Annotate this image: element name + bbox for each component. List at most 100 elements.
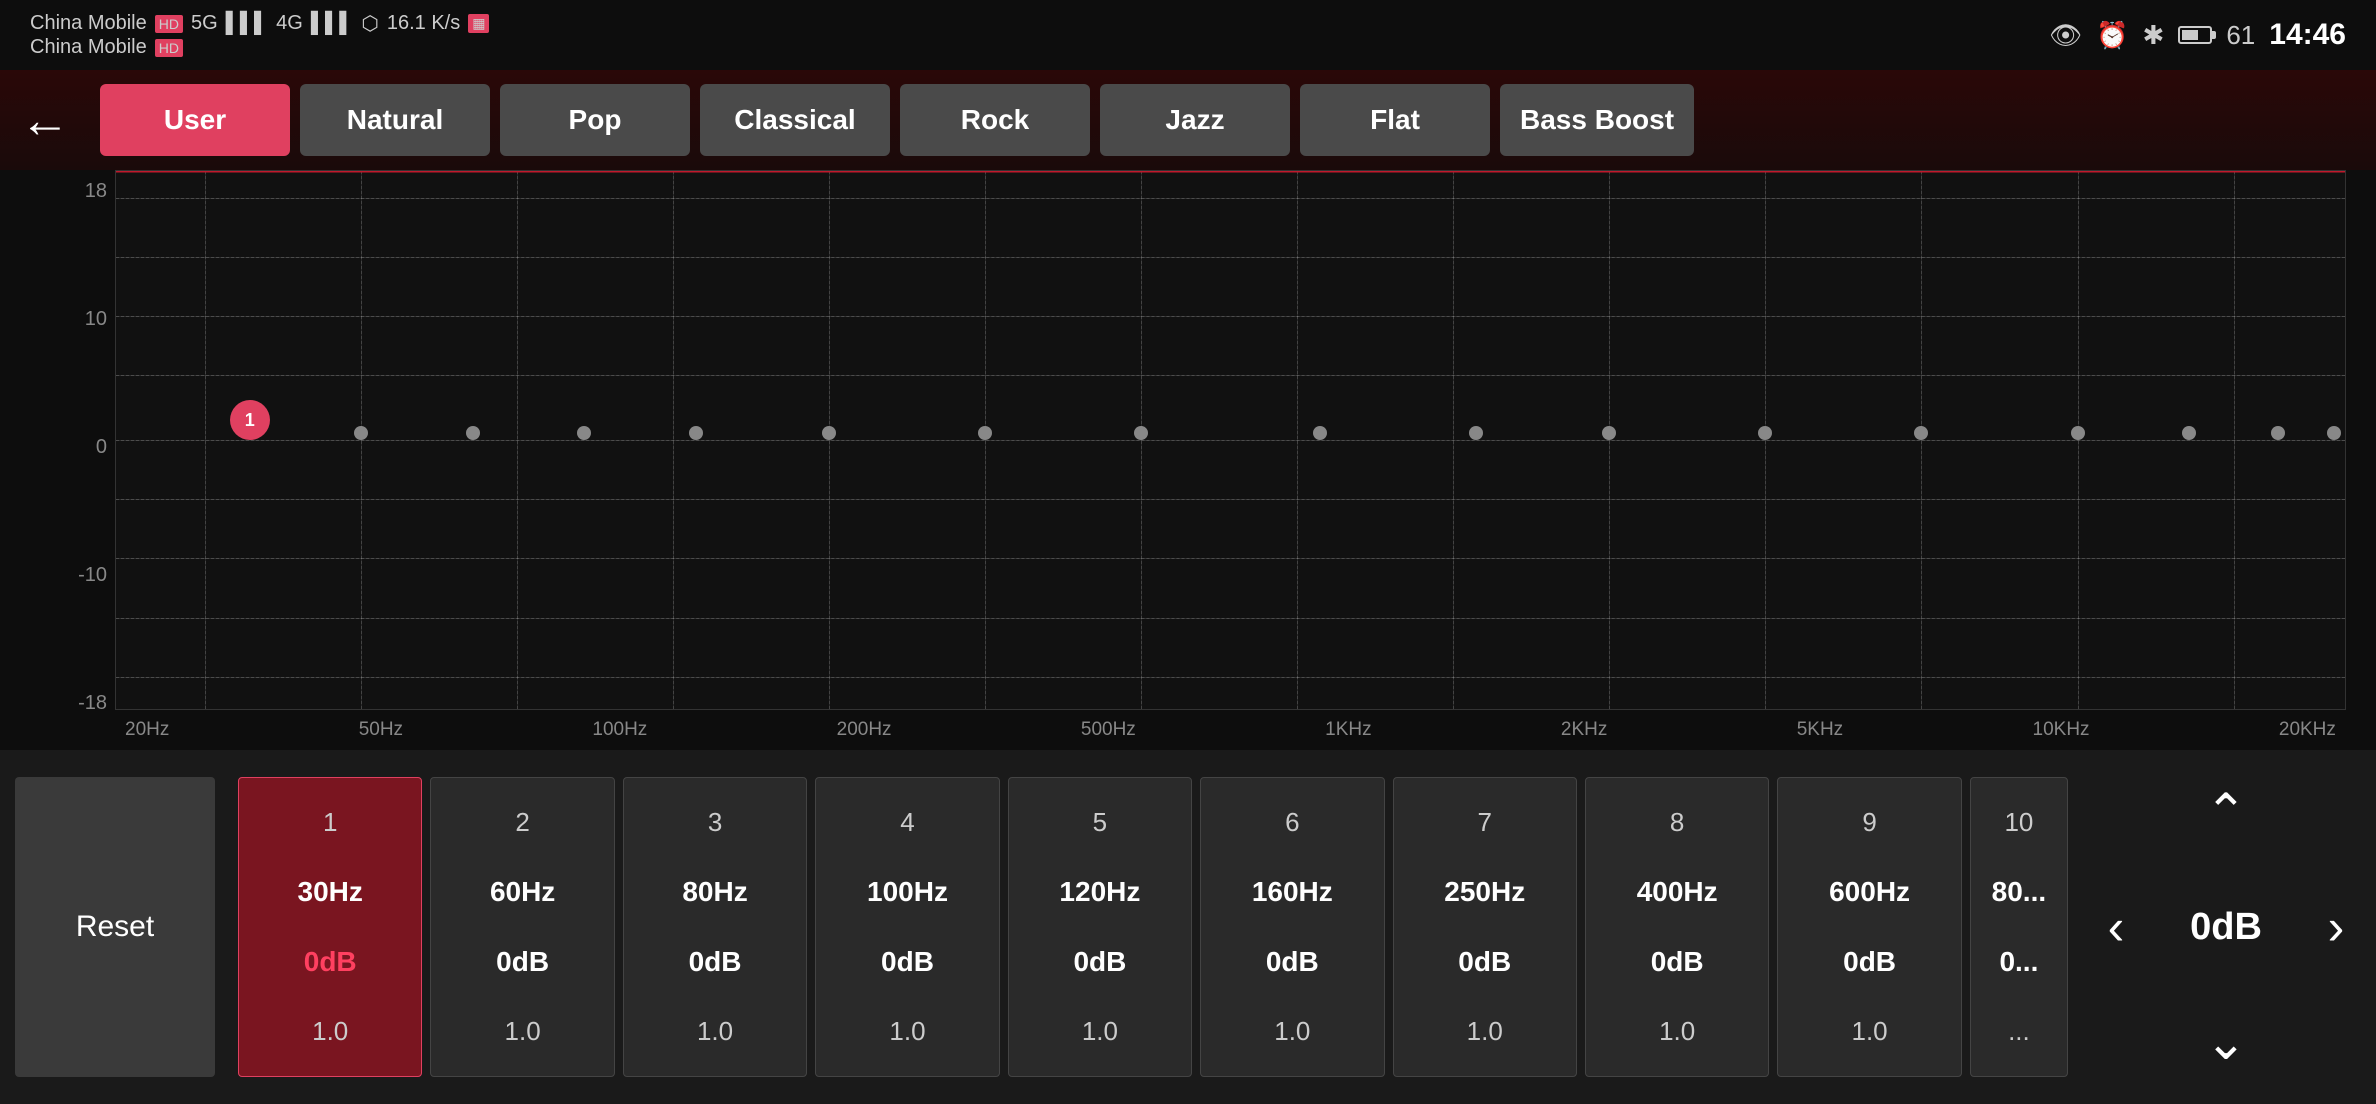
- signal-bars: ▌▌▌: [226, 12, 269, 35]
- eq-dot-2[interactable]: [354, 426, 368, 440]
- preset-jazz[interactable]: Jazz: [1100, 84, 1290, 156]
- band-2-freq: 60Hz: [490, 876, 555, 908]
- band-4-q: 1.0: [889, 1016, 925, 1047]
- band-cell-3[interactable]: 3 80Hz 0dB 1.0: [623, 777, 807, 1077]
- status-bar: China Mobile HD 5G ▌▌▌ 4G ▌▌▌ ⬡ 16.1 K/s…: [0, 0, 2376, 70]
- band-6-q: 1.0: [1274, 1016, 1310, 1047]
- bottom-controls: Reset 1 30Hz 0dB 1.0 2 60Hz 0dB 1.0 3 80…: [0, 750, 2376, 1104]
- chart-inner[interactable]: 1: [115, 170, 2346, 710]
- y-label-n10: -10: [78, 564, 107, 587]
- preset-pop[interactable]: Pop: [500, 84, 690, 156]
- eq-line-svg: [116, 170, 2345, 440]
- back-button[interactable]: ←: [20, 91, 70, 149]
- band-1-num: 1: [323, 807, 337, 838]
- band-6-db: 0dB: [1266, 946, 1319, 978]
- eq-dot-11[interactable]: [1602, 426, 1616, 440]
- band-8-num: 8: [1670, 807, 1684, 838]
- band-1-db: 0dB: [304, 946, 357, 978]
- eq-chart-area: 18 10 0 -10 -18: [0, 170, 2376, 750]
- carrier2-label: China Mobile: [30, 36, 147, 59]
- carrier1-icon: ▦: [468, 14, 489, 33]
- bluetooth-icon: ✱: [2143, 20, 2165, 51]
- data-speed: 16.1 K/s: [387, 12, 460, 35]
- eq-dot-7[interactable]: [978, 426, 992, 440]
- eq-dot-8[interactable]: [1134, 426, 1148, 440]
- eq-dot-3[interactable]: [466, 426, 480, 440]
- band-cell-2[interactable]: 2 60Hz 0dB 1.0: [430, 777, 614, 1077]
- band-cell-9[interactable]: 9 600Hz 0dB 1.0: [1777, 777, 1961, 1077]
- band-2-num: 2: [515, 807, 529, 838]
- eq-dot-9[interactable]: [1313, 426, 1327, 440]
- band-cell-5[interactable]: 5 120Hz 0dB 1.0: [1008, 777, 1192, 1077]
- band-3-db: 0dB: [689, 946, 742, 978]
- eq-dot-15[interactable]: [2182, 426, 2196, 440]
- band-10-q: ...: [2008, 1016, 2030, 1047]
- eq-dot-10[interactable]: [1469, 426, 1483, 440]
- wifi-icon: ⬡: [361, 11, 378, 36]
- eq-dot-13[interactable]: [1914, 426, 1928, 440]
- x-label-2khz: 2KHz: [1561, 719, 1607, 741]
- eq-dot-14[interactable]: [2071, 426, 2085, 440]
- x-label-50hz: 50Hz: [359, 719, 403, 741]
- x-label-500hz: 500Hz: [1081, 719, 1136, 741]
- down-arrow-button[interactable]: ⌄: [2186, 1007, 2266, 1077]
- grid-h-9: [116, 677, 2345, 678]
- band-5-q: 1.0: [1082, 1016, 1118, 1047]
- band-cell-10[interactable]: 10 80... 0... ...: [1970, 777, 2068, 1077]
- eq-dot-6[interactable]: [822, 426, 836, 440]
- db-adjust-row: ‹ 0dB ›: [2076, 892, 2376, 962]
- x-label-20khz: 20KHz: [2279, 719, 2336, 741]
- band-cell-4[interactable]: 4 100Hz 0dB 1.0: [815, 777, 999, 1077]
- alarm-icon: ⏰: [2096, 20, 2128, 51]
- eq-dot-17[interactable]: [2327, 426, 2341, 440]
- x-label-1khz: 1KHz: [1325, 719, 1371, 741]
- band-4-db: 0dB: [881, 946, 934, 978]
- band-10-num: 10: [2004, 807, 2033, 838]
- band-9-num: 9: [1862, 807, 1876, 838]
- carrier2-hd: HD: [155, 39, 183, 57]
- preset-natural[interactable]: Natural: [300, 84, 490, 156]
- network-4g: 4G: [276, 12, 303, 35]
- band-cell-7[interactable]: 7 250Hz 0dB 1.0: [1393, 777, 1577, 1077]
- band-cell-6[interactable]: 6 160Hz 0dB 1.0: [1200, 777, 1384, 1077]
- x-label-5khz: 5KHz: [1797, 719, 1843, 741]
- band-4-num: 4: [900, 807, 914, 838]
- band-6-freq: 160Hz: [1252, 876, 1333, 908]
- right-arrow-button[interactable]: ›: [2296, 892, 2376, 962]
- band-7-db: 0dB: [1458, 946, 1511, 978]
- left-arrow-button[interactable]: ‹: [2076, 892, 2156, 962]
- band-8-q: 1.0: [1659, 1016, 1695, 1047]
- eye-icon: 👁: [2049, 20, 2082, 51]
- preset-bassboost[interactable]: Bass Boost: [1500, 84, 1694, 156]
- preset-user[interactable]: User: [100, 84, 290, 156]
- eq-dot-5[interactable]: [689, 426, 703, 440]
- eq-dot-active[interactable]: 1: [230, 400, 270, 440]
- y-label-n18: -18: [78, 692, 107, 715]
- band-2-db: 0dB: [496, 946, 549, 978]
- header: ← User Natural Pop Classical Rock Jazz F…: [0, 70, 2376, 170]
- band-9-db: 0dB: [1843, 946, 1896, 978]
- preset-flat[interactable]: Flat: [1300, 84, 1490, 156]
- preset-classical[interactable]: Classical: [700, 84, 890, 156]
- band-6-num: 6: [1285, 807, 1299, 838]
- eq-dot-4[interactable]: [577, 426, 591, 440]
- band-9-q: 1.0: [1852, 1016, 1888, 1047]
- band-7-q: 1.0: [1467, 1016, 1503, 1047]
- battery-percent: 61: [2226, 20, 2255, 51]
- y-label-10: 10: [85, 308, 107, 331]
- band-3-num: 3: [708, 807, 722, 838]
- band-5-db: 0dB: [1073, 946, 1126, 978]
- reset-button[interactable]: Reset: [15, 777, 215, 1077]
- band-1-freq: 30Hz: [298, 876, 363, 908]
- y-axis: 18 10 0 -10 -18: [60, 170, 115, 750]
- up-arrow-button[interactable]: ⌃: [2186, 777, 2266, 847]
- band-10-db: 0...: [1999, 946, 2038, 978]
- eq-dot-12[interactable]: [1758, 426, 1772, 440]
- preset-rock[interactable]: Rock: [900, 84, 1090, 156]
- band-cell-1[interactable]: 1 30Hz 0dB 1.0: [238, 777, 422, 1077]
- grid-h-center: [116, 440, 2345, 441]
- eq-dot-16[interactable]: [2271, 426, 2285, 440]
- status-right: 👁 ⏰ ✱ 61 14:46: [2049, 18, 2346, 52]
- battery-icon: [2178, 26, 2212, 44]
- band-cell-8[interactable]: 8 400Hz 0dB 1.0: [1585, 777, 1769, 1077]
